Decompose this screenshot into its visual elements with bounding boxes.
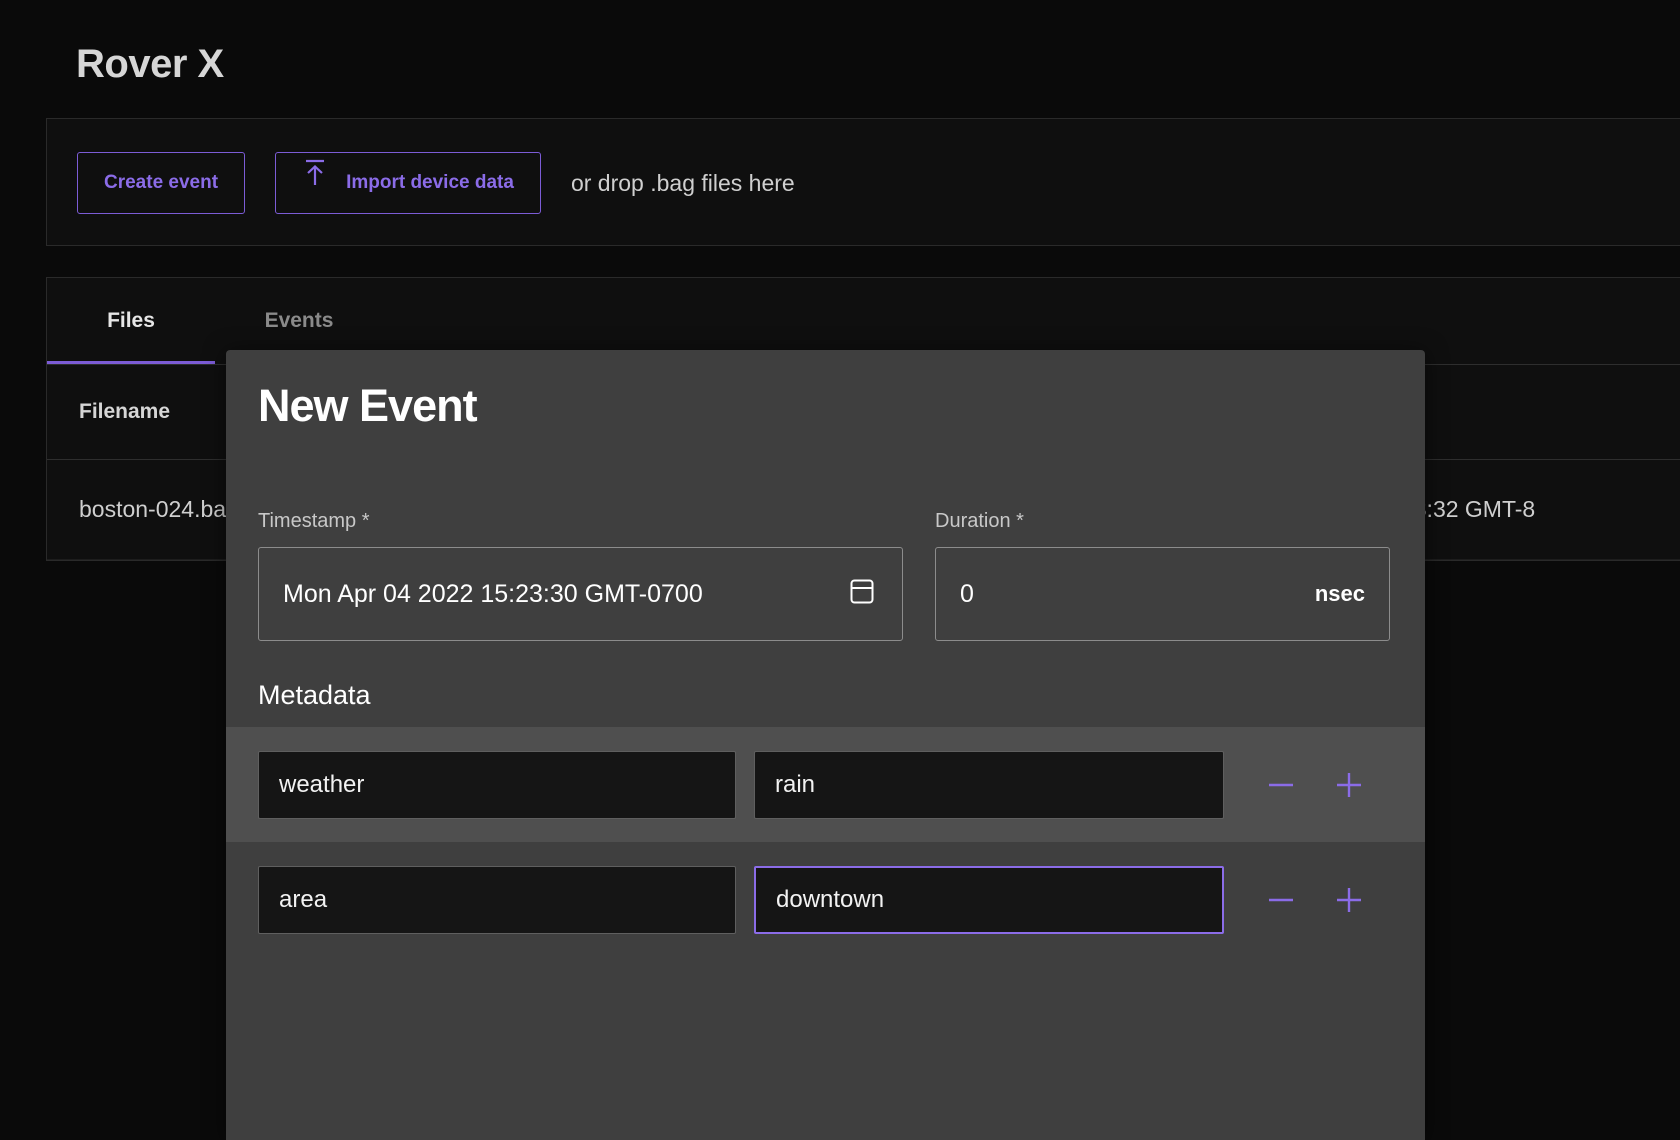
metadata-row-actions bbox=[1264, 768, 1366, 802]
minus-icon[interactable] bbox=[1264, 768, 1298, 802]
timestamp-label: Timestamp * bbox=[258, 510, 903, 533]
metadata-rows bbox=[226, 727, 1425, 957]
tab-files[interactable]: Files bbox=[47, 278, 215, 364]
plus-icon[interactable] bbox=[1332, 768, 1366, 802]
timestamp-field-group: Timestamp * bbox=[258, 510, 903, 641]
dialog-title: New Event bbox=[258, 383, 477, 428]
metadata-value-input[interactable] bbox=[754, 751, 1224, 819]
toolbar-actions: Create event Import device data or drop … bbox=[77, 152, 795, 214]
metadata-value-input[interactable] bbox=[754, 866, 1224, 934]
new-event-dialog: New Event Timestamp * bbox=[226, 350, 1425, 1140]
metadata-heading: Metadata bbox=[258, 680, 371, 711]
timestamp-input-shell[interactable] bbox=[258, 547, 903, 641]
dialog-primary-fields: Timestamp * Duration * bbox=[258, 510, 1393, 641]
calendar-icon[interactable] bbox=[846, 576, 878, 613]
create-event-button[interactable]: Create event bbox=[77, 152, 245, 214]
metadata-row bbox=[226, 842, 1425, 957]
duration-field-group: Duration * nsec bbox=[935, 510, 1390, 641]
app-root: Rover X Create event Import device data … bbox=[0, 0, 1680, 1140]
upload-icon bbox=[302, 153, 328, 213]
duration-input-shell[interactable]: nsec bbox=[935, 547, 1390, 641]
metadata-key-input[interactable] bbox=[258, 866, 736, 934]
import-device-data-button[interactable]: Import device data bbox=[275, 152, 541, 214]
timestamp-input[interactable] bbox=[259, 548, 902, 640]
toolbar-panel: Create event Import device data or drop … bbox=[46, 118, 1680, 246]
page-title: Rover X bbox=[76, 44, 224, 84]
minus-icon[interactable] bbox=[1264, 883, 1298, 917]
import-device-data-label: Import device data bbox=[346, 153, 514, 213]
drop-files-hint: or drop .bag files here bbox=[571, 170, 795, 197]
duration-unit-label: nsec bbox=[1315, 581, 1365, 607]
duration-label: Duration * bbox=[935, 510, 1390, 533]
metadata-row bbox=[226, 727, 1425, 842]
metadata-row-actions bbox=[1264, 883, 1366, 917]
plus-icon[interactable] bbox=[1332, 883, 1366, 917]
metadata-key-input[interactable] bbox=[258, 751, 736, 819]
